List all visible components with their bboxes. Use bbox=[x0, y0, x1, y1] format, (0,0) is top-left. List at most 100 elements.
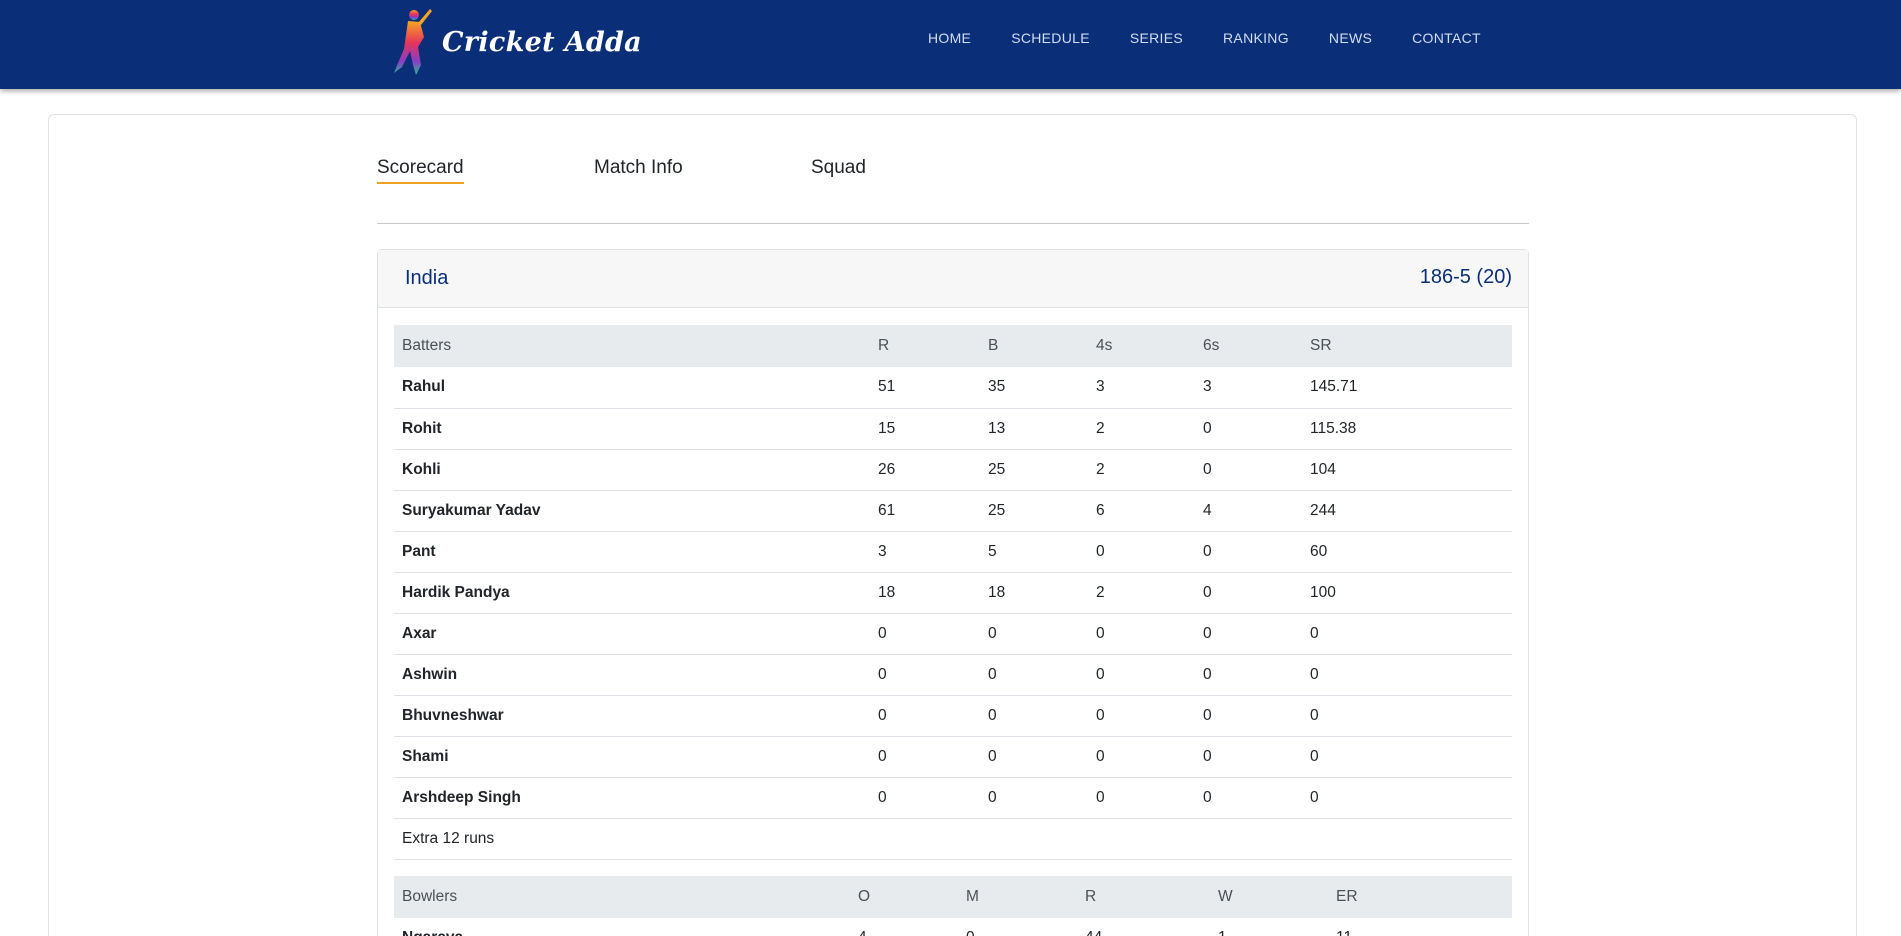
batter-runs: 3 bbox=[870, 531, 980, 573]
nav-schedule[interactable]: SCHEDULE bbox=[1011, 30, 1090, 46]
batter-balls: 0 bbox=[980, 654, 1088, 696]
bowler-maidens: 0 bbox=[958, 918, 1077, 936]
bowler-overs: 4 bbox=[850, 918, 958, 936]
batter-runs: 18 bbox=[870, 572, 980, 614]
batter-strike-rate: 60 bbox=[1302, 531, 1512, 573]
batter-row: Arshdeep Singh 0 0 0 0 0 bbox=[394, 777, 1512, 819]
batter-runs: 0 bbox=[870, 736, 980, 778]
innings-card: India 186-5 (20) Batters R B 4s 6s SR Rahul 51… bbox=[377, 249, 1529, 936]
extras-row: Extra 12 runs bbox=[394, 818, 1512, 860]
extras-text: Extra 12 runs bbox=[394, 818, 1512, 860]
batter-strike-rate: 115.38 bbox=[1302, 408, 1512, 450]
batter-player: Shami bbox=[394, 736, 870, 778]
batting-table: Batters R B 4s 6s SR Rahul 51 35 3 3 145.71 Rohit 15… bbox=[394, 325, 1512, 860]
bowler-bowler: Ngarava bbox=[394, 918, 850, 936]
batter-runs: 0 bbox=[870, 613, 980, 655]
nav-home[interactable]: HOME bbox=[928, 30, 971, 46]
batter-sixes: 3 bbox=[1195, 367, 1302, 409]
batter-row: Pant 3 5 0 0 60 bbox=[394, 531, 1512, 573]
batter-strike-rate: 100 bbox=[1302, 572, 1512, 614]
batter-sixes: 0 bbox=[1195, 613, 1302, 655]
batter-sixes: 0 bbox=[1195, 531, 1302, 573]
bowling-header-row: Bowlers O M R W ER bbox=[394, 876, 1512, 918]
batting-header-balls: B bbox=[980, 325, 1088, 367]
batter-row: Suryakumar Yadav 61 25 6 4 244 bbox=[394, 490, 1512, 532]
batter-balls: 25 bbox=[980, 490, 1088, 532]
batter-row: Rohit 15 13 2 0 115.38 bbox=[394, 408, 1512, 450]
batter-strike-rate: 0 bbox=[1302, 777, 1512, 819]
batter-player: Rahul bbox=[394, 367, 870, 409]
bowling-header-wickets: W bbox=[1210, 876, 1328, 918]
nav-series[interactable]: SERIES bbox=[1130, 30, 1183, 46]
batter-runs: 15 bbox=[870, 408, 980, 450]
innings-header[interactable]: India 186-5 (20) bbox=[378, 250, 1528, 308]
batting-header-runs: R bbox=[870, 325, 980, 367]
bowling-header-economy: ER bbox=[1328, 876, 1512, 918]
batsman-logo-icon bbox=[394, 9, 432, 75]
batter-player: Hardik Pandya bbox=[394, 572, 870, 614]
batter-strike-rate: 104 bbox=[1302, 449, 1512, 491]
batter-player: Rohit bbox=[394, 408, 870, 450]
brand[interactable]: Cricket Adda bbox=[388, 7, 642, 77]
batter-row: Rahul 51 35 3 3 145.71 bbox=[394, 367, 1512, 409]
batter-sixes: 0 bbox=[1195, 654, 1302, 696]
batter-sixes: 0 bbox=[1195, 449, 1302, 491]
batter-sixes: 0 bbox=[1195, 695, 1302, 737]
batter-strike-rate: 0 bbox=[1302, 613, 1512, 655]
batter-fours: 0 bbox=[1088, 613, 1195, 655]
bowler-economy: 11 bbox=[1328, 918, 1512, 936]
batting-header-strike-rate: SR bbox=[1302, 325, 1512, 367]
batter-strike-rate: 145.71 bbox=[1302, 367, 1512, 409]
batter-fours: 6 bbox=[1088, 490, 1195, 532]
nav-news[interactable]: NEWS bbox=[1329, 30, 1372, 46]
batter-balls: 0 bbox=[980, 736, 1088, 778]
batting-header-sixes: 6s bbox=[1195, 325, 1302, 367]
batter-runs: 0 bbox=[870, 777, 980, 819]
tab-match-info[interactable]: Match Info bbox=[594, 157, 683, 182]
batter-player: Axar bbox=[394, 613, 870, 655]
batter-strike-rate: 0 bbox=[1302, 654, 1512, 696]
batter-balls: 13 bbox=[980, 408, 1088, 450]
batter-balls: 0 bbox=[980, 777, 1088, 819]
bowling-header-overs: O bbox=[850, 876, 958, 918]
batter-runs: 61 bbox=[870, 490, 980, 532]
batter-sixes: 0 bbox=[1195, 736, 1302, 778]
batter-balls: 0 bbox=[980, 695, 1088, 737]
batter-fours: 3 bbox=[1088, 367, 1195, 409]
batter-player: Ashwin bbox=[394, 654, 870, 696]
batting-header-fours: 4s bbox=[1088, 325, 1195, 367]
batter-player: Suryakumar Yadav bbox=[394, 490, 870, 532]
batter-runs: 0 bbox=[870, 695, 980, 737]
batter-row: Ashwin 0 0 0 0 0 bbox=[394, 654, 1512, 696]
batter-runs: 0 bbox=[870, 654, 980, 696]
nav-ranking[interactable]: RANKING bbox=[1223, 30, 1289, 46]
batter-strike-rate: 0 bbox=[1302, 695, 1512, 737]
bowler-wickets: 1 bbox=[1210, 918, 1328, 936]
batter-player: Arshdeep Singh bbox=[394, 777, 870, 819]
bowling-header-maidens: M bbox=[958, 876, 1077, 918]
batter-balls: 0 bbox=[980, 613, 1088, 655]
batter-player: Pant bbox=[394, 531, 870, 573]
batter-runs: 51 bbox=[870, 367, 980, 409]
batter-sixes: 0 bbox=[1195, 777, 1302, 819]
batter-fours: 0 bbox=[1088, 736, 1195, 778]
batter-balls: 25 bbox=[980, 449, 1088, 491]
batter-runs: 26 bbox=[870, 449, 980, 491]
tab-squad[interactable]: Squad bbox=[811, 157, 866, 182]
batter-balls: 35 bbox=[980, 367, 1088, 409]
batter-fours: 2 bbox=[1088, 408, 1195, 450]
batter-fours: 0 bbox=[1088, 695, 1195, 737]
nav-contact[interactable]: CONTACT bbox=[1412, 30, 1481, 46]
team-score: 186-5 (20) bbox=[1419, 266, 1512, 288]
team-name: India bbox=[405, 267, 449, 289]
batter-row: Kohli 26 25 2 0 104 bbox=[394, 449, 1512, 491]
batter-sixes: 0 bbox=[1195, 572, 1302, 614]
batter-row: Bhuvneshwar 0 0 0 0 0 bbox=[394, 695, 1512, 737]
tab-scorecard[interactable]: Scorecard bbox=[377, 157, 464, 184]
bowling-header-runs: R bbox=[1077, 876, 1210, 918]
batter-row: Axar 0 0 0 0 0 bbox=[394, 613, 1512, 655]
batter-fours: 0 bbox=[1088, 531, 1195, 573]
top-navbar: Cricket Adda HOME SCHEDULE SERIES RANKIN… bbox=[0, 0, 1901, 89]
batter-sixes: 0 bbox=[1195, 408, 1302, 450]
tabs-divider bbox=[377, 223, 1529, 224]
